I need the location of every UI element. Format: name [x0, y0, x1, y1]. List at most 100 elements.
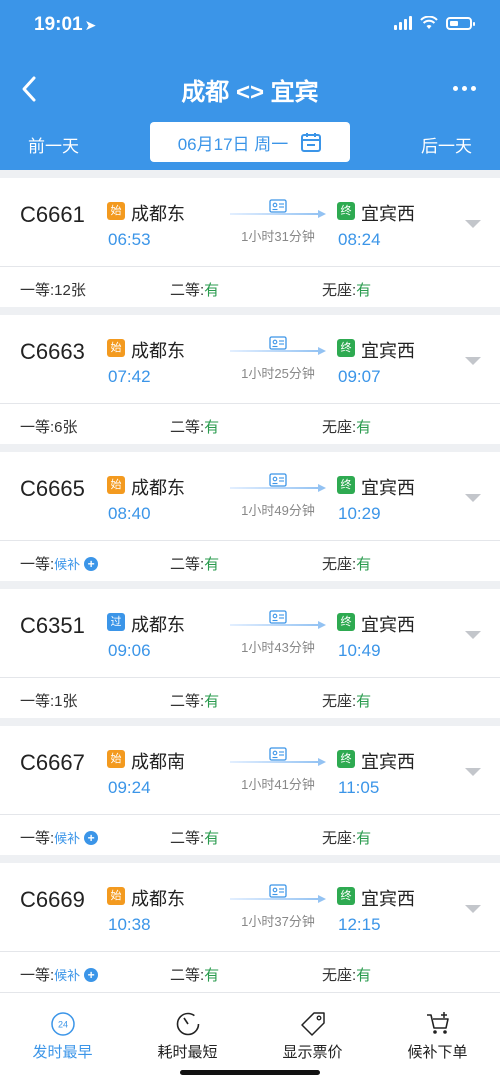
- card-divider: [0, 266, 500, 267]
- seat-standing: 无座: 有: [322, 279, 371, 300]
- seat-first-class-label: 一等:: [20, 282, 55, 299]
- arrival-badge: 终: [337, 613, 355, 631]
- seat-second-class: 二等: 有: [170, 553, 219, 574]
- show-price-label: 显示票价: [282, 1044, 343, 1061]
- route-arrow-icon: [230, 210, 326, 218]
- more-icon[interactable]: [453, 86, 476, 91]
- route-arrow-icon: [230, 484, 326, 492]
- train-number: C6661: [20, 202, 85, 227]
- arrival-badge: 终: [337, 476, 355, 494]
- seat-standing-label: 无座:: [322, 830, 357, 847]
- arrival-time: 08:24: [338, 230, 381, 249]
- next-day-button[interactable]: 后一天: [421, 132, 472, 157]
- date-picker[interactable]: 06月17日 周一: [150, 122, 350, 162]
- card-divider: [0, 814, 500, 815]
- train-number: C6667: [20, 750, 85, 775]
- seat-standing-value: 有: [356, 967, 372, 984]
- seat-first-class-label: 一等:: [20, 419, 55, 436]
- sort-departure-label: 发时最早: [32, 1044, 93, 1061]
- trip-duration: 1小时25分钟: [241, 366, 315, 381]
- arrival-station: 宜宾西: [361, 752, 415, 772]
- departure-time: 06:53: [108, 230, 151, 249]
- seat-first-class[interactable]: 一等: 候补 +: [20, 827, 99, 848]
- expand-caret-icon[interactable]: [465, 357, 481, 365]
- seat-first-class-label: 一等:: [20, 693, 55, 710]
- sort-duration-label: 耗时最短: [157, 1044, 218, 1061]
- arrival-badge: 终: [337, 887, 355, 905]
- expand-caret-icon[interactable]: [465, 905, 481, 913]
- seat-second-class: 二等: 有: [170, 416, 219, 437]
- seat-first-class-label: 一等:: [20, 830, 55, 847]
- expand-caret-icon[interactable]: [465, 494, 481, 502]
- train-number: C6663: [20, 339, 85, 364]
- seat-first-class-value: 候补: [54, 831, 81, 846]
- departure-badge: 始: [107, 476, 125, 494]
- arrival-badge: 终: [337, 202, 355, 220]
- departure-badge: 过: [107, 613, 125, 631]
- expand-caret-icon[interactable]: [465, 220, 481, 228]
- seat-standing-label: 无座:: [322, 556, 357, 573]
- seat-second-class-value: 有: [204, 556, 220, 573]
- seat-first-class-value: 候补: [54, 968, 81, 983]
- seat-first-class: 一等: 6张: [20, 416, 78, 437]
- seat-second-class-value: 有: [204, 419, 220, 436]
- arrival-time: 11:05: [338, 778, 380, 797]
- seat-standing: 无座: 有: [322, 964, 371, 985]
- departure-station: 成都东: [131, 204, 185, 224]
- departure-station: 成都东: [131, 341, 185, 361]
- train-number: C6669: [20, 887, 85, 912]
- sort-departure-button[interactable]: 24 发时最早: [0, 993, 125, 1082]
- seat-second-class-value: 有: [204, 282, 220, 299]
- seat-standing-value: 有: [356, 282, 372, 299]
- arrival-time: 10:49: [338, 641, 381, 660]
- expand-caret-icon[interactable]: [465, 631, 481, 639]
- card-divider: [0, 403, 500, 404]
- train-card[interactable]: C6661 始成都东 06:53 1小时31分钟终宜宾西 08:24 一等: 12张 二等: 有…: [0, 178, 500, 307]
- status-time: 19:01: [34, 14, 83, 35]
- prev-day-button[interactable]: 前一天: [28, 132, 79, 157]
- departure-badge: 始: [107, 887, 125, 905]
- card-divider: [0, 677, 500, 678]
- date-text: 06月17日 周一: [177, 134, 289, 154]
- route-arrow-icon: [230, 347, 326, 355]
- seat-first-class[interactable]: 一等: 候补 +: [20, 553, 99, 574]
- waitlist-order-button[interactable]: 候补下单: [375, 993, 500, 1082]
- expand-caret-icon[interactable]: [465, 768, 481, 776]
- seat-first-class: 一等: 1张: [20, 690, 78, 711]
- seat-first-class[interactable]: 一等: 候补 +: [20, 964, 99, 985]
- seat-standing-value: 有: [356, 830, 372, 847]
- departure-station: 成都东: [131, 889, 185, 909]
- wifi-icon: [420, 16, 438, 29]
- add-waitlist-icon[interactable]: +: [84, 967, 99, 982]
- sort-duration-button[interactable]: 耗时最短: [125, 993, 250, 1082]
- departure-time: 07:42: [108, 367, 151, 386]
- add-waitlist-icon[interactable]: +: [84, 556, 99, 571]
- seat-first-class-label: 一等:: [20, 556, 55, 573]
- price-tag-icon: [301, 1012, 325, 1036]
- seat-second-class-value: 有: [204, 830, 220, 847]
- train-card[interactable]: C6663 始成都东 07:42 1小时25分钟终宜宾西 09:07 一等: 6张 二等: 有无…: [0, 315, 500, 444]
- departure-badge: 始: [107, 202, 125, 220]
- train-list: C6661 始成都东 06:53 1小时31分钟终宜宾西 08:24 一等: 12张 二等: 有…: [0, 178, 500, 1000]
- seat-second-class-label: 二等:: [170, 282, 205, 299]
- seat-second-class-label: 二等:: [170, 967, 205, 984]
- train-card[interactable]: C6351 过成都东 09:06 1小时43分钟终宜宾西 10:49 一等: 1张 二等: 有无…: [0, 589, 500, 718]
- status-bar: 19:01 ➤: [0, 0, 500, 52]
- status-time-wrap: 19:01 ➤: [34, 14, 96, 36]
- departure-time: 10:38: [108, 915, 151, 934]
- seat-standing-label: 无座:: [322, 967, 357, 984]
- calendar-icon: [301, 133, 322, 152]
- status-icons: [394, 16, 475, 30]
- seat-standing-label: 无座:: [322, 419, 357, 436]
- train-card[interactable]: C6665 始成都东 08:40 1小时49分钟终宜宾西 10:29 一等: 候补 + 二等: 有…: [0, 452, 500, 581]
- arrival-station: 宜宾西: [361, 478, 415, 498]
- train-card[interactable]: C6667 始成都南 09:24 1小时41分钟终宜宾西 11:05 一等: 候补 + 二等: 有…: [0, 726, 500, 855]
- seat-standing-label: 无座:: [322, 693, 357, 710]
- home-indicator: [180, 1070, 320, 1075]
- seat-second-class-label: 二等:: [170, 693, 205, 710]
- trip-duration: 1小时49分钟: [241, 503, 315, 518]
- show-price-button[interactable]: 显示票价: [250, 993, 375, 1082]
- train-card[interactable]: C6669 始成都东 10:38 1小时37分钟终宜宾西 12:15 一等: 候补 + 二等: 有…: [0, 863, 500, 992]
- add-waitlist-icon[interactable]: +: [84, 830, 99, 845]
- seat-second-class-label: 二等:: [170, 419, 205, 436]
